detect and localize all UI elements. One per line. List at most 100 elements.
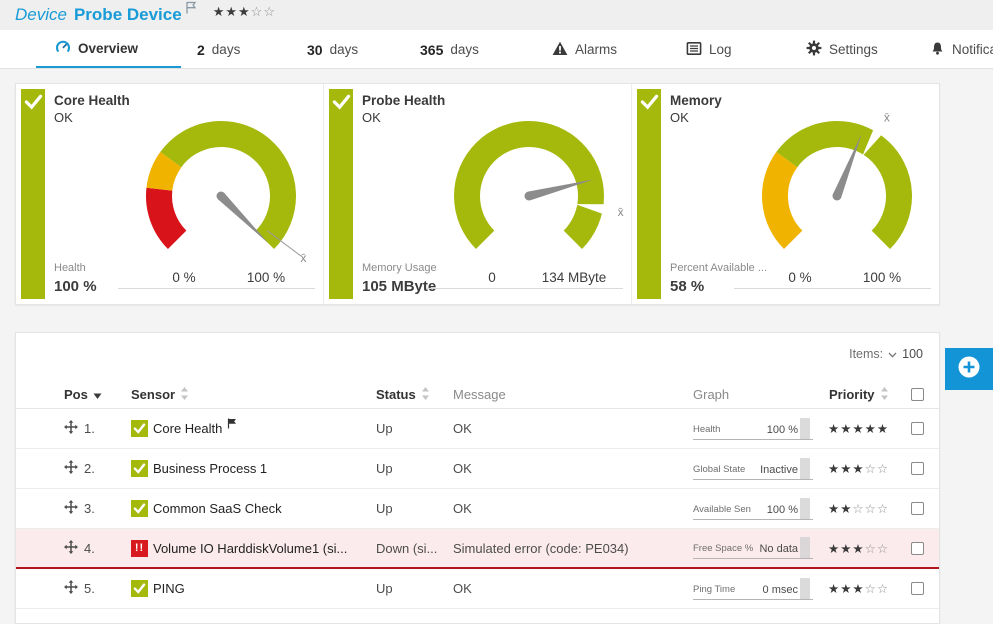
divider (426, 288, 623, 289)
sensor-message: OK (437, 421, 677, 436)
mini-graph-bar (800, 498, 810, 519)
priority-stars[interactable]: ★★☆☆☆ (813, 501, 896, 516)
mini-graph-label: Global State (693, 464, 745, 475)
position-number: 3. (84, 501, 95, 516)
move-handle-icon[interactable] (64, 580, 78, 597)
items-per-page-control[interactable]: Items: 100 (849, 347, 923, 361)
sensor-name-cell[interactable]: Common SaaS Check (115, 500, 360, 517)
graph-cell: Health 100 % (677, 418, 813, 440)
mini-graph[interactable]: Global State Inactive (693, 458, 813, 480)
mini-graph[interactable]: Free Space % No data (693, 537, 813, 559)
sensor-name-cell[interactable]: !! Volume IO HarddiskVolume1 (si... (115, 540, 360, 557)
sensor-name-cell[interactable]: PING (115, 580, 360, 597)
column-header-graph: Graph (677, 387, 813, 402)
mini-graph-label: Free Space % (693, 543, 753, 554)
gauge-metric-label: Percent Available ... (670, 262, 767, 274)
mini-graph-value: No data (759, 543, 798, 555)
sort-both-icon (880, 387, 889, 403)
row-checkbox[interactable] (911, 462, 924, 475)
priority-stars[interactable]: ★★★☆☆ (813, 581, 896, 596)
position-cell: 5. (48, 580, 115, 597)
position-number: 4. (84, 541, 95, 556)
sensor-name: PING (153, 581, 185, 596)
mini-graph[interactable]: Health 100 % (693, 418, 813, 440)
sensor-row: 1. Core Health Up OK Health 100 % ★★★★★ (16, 409, 939, 449)
status-up-bar (637, 89, 661, 299)
row-checkbox[interactable] (911, 542, 924, 555)
row-checkbox[interactable] (911, 422, 924, 435)
device-priority-stars[interactable]: ★★★☆☆ (213, 4, 276, 20)
tab-settings[interactable]: Settings (806, 30, 878, 69)
row-checkbox[interactable] (911, 582, 924, 595)
sensor-message: OK (437, 461, 677, 476)
position-cell: 2. (48, 460, 115, 477)
row-checkbox[interactable] (911, 502, 924, 515)
svg-text:100 %: 100 % (863, 270, 901, 285)
flag-icon[interactable] (185, 1, 197, 19)
column-header-pos[interactable]: Pos (48, 387, 115, 402)
tab-overview[interactable]: Overview (36, 30, 181, 69)
mini-graph-value: Inactive (760, 464, 798, 476)
gauge-metric-value: 100 % (54, 278, 97, 295)
select-all-checkbox[interactable] (911, 388, 924, 401)
column-header-sensor[interactable]: Sensor (115, 387, 360, 403)
sensor-table: Pos Sensor Status Message (16, 381, 939, 609)
sensor-name-cell[interactable]: Business Process 1 (115, 460, 360, 477)
move-handle-icon[interactable] (64, 540, 78, 557)
tab-alarms[interactable]: Alarms (552, 30, 617, 69)
tab-log[interactable]: Log (686, 30, 732, 69)
sensor-message: Simulated error (code: PE034) (437, 541, 677, 556)
svg-text:100 %: 100 % (247, 270, 285, 285)
move-handle-icon[interactable] (64, 500, 78, 517)
sensor-status: Up (360, 581, 437, 596)
divider (118, 288, 315, 289)
sensor-row: 2. Business Process 1 Up OK Global State… (16, 449, 939, 489)
tab-2-days[interactable]: 2 days (197, 30, 240, 69)
warning-icon (552, 41, 568, 59)
mini-graph-bar (800, 537, 810, 558)
move-handle-icon[interactable] (64, 420, 78, 437)
svg-text:x̄: x̄ (300, 251, 306, 265)
mini-graph[interactable]: Available Sen 100 % (693, 498, 813, 520)
mini-graph-bar (800, 418, 810, 439)
column-header-priority[interactable]: Priority (813, 387, 896, 403)
sensor-table-card: Items: 100 Pos Sensor Status (15, 332, 940, 624)
memory-gauge: x̄0 %100 % (727, 96, 947, 286)
tab-notifications[interactable]: Notifications (930, 30, 993, 69)
sensor-name: Common SaaS Check (153, 501, 282, 516)
sort-desc-icon (93, 387, 102, 402)
priority-stars[interactable]: ★★★☆☆ (813, 541, 896, 556)
gauge-title[interactable]: Memory (670, 93, 722, 108)
mini-graph[interactable]: Ping Time 0 msec (693, 578, 813, 600)
check-icon (332, 93, 351, 115)
position-cell: 3. (48, 500, 115, 517)
sensor-status: Up (360, 461, 437, 476)
gauge-icon (55, 39, 71, 58)
move-handle-icon[interactable] (64, 460, 78, 477)
probe-health-gauge: x̄0134 MByte (419, 96, 639, 286)
column-header-status[interactable]: Status (360, 387, 437, 403)
gauges-panel: Core Health OK x̄0 %100 % Health 100 % P… (15, 83, 940, 305)
graph-cell: Available Sen 100 % (677, 498, 813, 520)
gauge-panel-memory: Memory OK x̄0 %100 % Percent Available .… (631, 84, 939, 304)
sensor-name-cell[interactable]: Core Health (115, 417, 360, 441)
priority-stars[interactable]: ★★★☆☆ (813, 461, 896, 476)
svg-text:134 MByte: 134 MByte (542, 270, 607, 285)
position-number: 5. (84, 581, 95, 596)
select-cell (896, 462, 936, 475)
sensor-error-icon: !! (131, 540, 148, 557)
gauge-title[interactable]: Probe Health (362, 93, 445, 108)
mini-graph-label: Ping Time (693, 584, 735, 595)
select-cell (896, 422, 936, 435)
gauge-metric-value: 58 % (670, 278, 704, 295)
gauge-title[interactable]: Core Health (54, 93, 130, 108)
tab-365-days[interactable]: 365 days (420, 30, 479, 69)
gauge-status: OK (362, 110, 381, 125)
graph-cell: Free Space % No data (677, 537, 813, 559)
device-header: Device Probe Device ★★★☆☆ (0, 0, 993, 30)
svg-text:x̄: x̄ (618, 205, 624, 219)
tab-30-days[interactable]: 30 days (307, 30, 358, 69)
priority-stars[interactable]: ★★★★★ (813, 421, 896, 436)
position-cell: 4. (48, 540, 115, 557)
add-button[interactable] (945, 348, 993, 390)
